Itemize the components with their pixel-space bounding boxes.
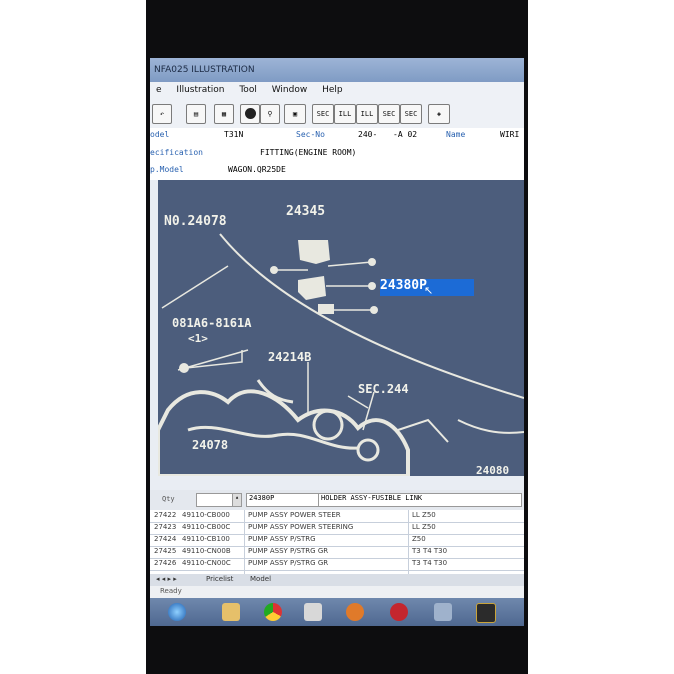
tab-pricelist[interactable]: Pricelist <box>206 575 233 583</box>
part-label-24380p[interactable]: 24380P <box>380 278 427 293</box>
row-id: 27423 <box>154 523 177 531</box>
quantity-bar: Qty ▴ 24380P HOLDER ASSY-FUSIBLE LINK <box>150 490 524 510</box>
column-divider <box>244 510 245 574</box>
undo-icon[interactable]: ↶ <box>152 104 172 124</box>
parts-illustration[interactable]: N0.24078 24345 24380P 081A6-8161A <1> 24… <box>158 180 524 476</box>
row-part-number: 49110-CN00C <box>182 559 231 567</box>
window-titlebar: NFA025 ILLUSTRATION <box>150 58 524 82</box>
book-icon[interactable]: ▣ <box>284 104 306 124</box>
tab-model[interactable]: Model <box>250 575 271 583</box>
sec-button[interactable]: SEC <box>312 104 334 124</box>
name-value: WIRI <box>500 130 520 139</box>
blank-icon[interactable] <box>434 603 452 621</box>
spec-label: ecification <box>150 148 203 157</box>
sec-icon[interactable]: ▦ <box>214 104 234 124</box>
secno-label: Sec-No <box>296 130 325 139</box>
chrome-icon[interactable] <box>264 603 282 621</box>
row-spec: LL Z50 <box>412 523 436 531</box>
app-icon[interactable] <box>304 603 322 621</box>
zoom-icon[interactable]: ⚲ <box>260 104 280 124</box>
menu-help[interactable]: Help <box>322 85 343 95</box>
ill-next-button[interactable]: ILL <box>356 104 378 124</box>
mouse-cursor-icon: ↖ <box>424 284 434 297</box>
row-spec: T3 T4 T30 <box>412 547 448 555</box>
name-label: Name <box>446 130 466 139</box>
row-spec: Z50 <box>412 535 426 543</box>
menu-window[interactable]: Window <box>272 85 308 95</box>
window-title: NFA025 ILLUSTRATION <box>154 65 255 75</box>
bolt-label[interactable]: 081A6-8161A <box>172 316 251 330</box>
row-id: 27425 <box>154 547 177 555</box>
menu-bar: e Illustration Tool Window Help <box>150 82 524 98</box>
column-divider <box>408 510 409 574</box>
table-row[interactable]: 27426 49110-CN00C PUMP ASSY P/STRG GR T3… <box>150 558 524 571</box>
row-part-name: PUMP ASSY POWER STEERING <box>248 523 354 531</box>
qty-part-number: 24380P <box>246 493 320 507</box>
media-icon[interactable] <box>346 603 364 621</box>
qty-part-description: HOLDER ASSY-FUSIBLE LINK <box>318 493 522 507</box>
row-id: 27424 <box>154 535 177 543</box>
record-icon[interactable] <box>240 104 260 124</box>
row-part-number: 49110-CB000 <box>182 511 230 519</box>
secno-value: 240- <box>358 130 378 139</box>
menu-tool[interactable]: Tool <box>239 85 256 95</box>
row-part-number: 49110-CB100 <box>182 535 230 543</box>
illustration-info-panel: odel T31N Sec-No 240- -A 02 Name WIRI ec… <box>150 128 524 180</box>
spec-value: FITTING(ENGINE ROOM) <box>260 148 357 157</box>
fast-icon[interactable] <box>476 603 496 623</box>
part-label-24078[interactable]: 24078 <box>192 438 228 452</box>
row-id: 27426 <box>154 559 177 567</box>
ill-prev-button[interactable]: ILL <box>334 104 356 124</box>
qty-stepper-icon[interactable]: ▴ <box>232 493 242 507</box>
row-part-number: 49110-CN00B <box>182 547 231 555</box>
start-orb-icon[interactable] <box>168 603 186 621</box>
appmodel-value: WAGON.QR25DE <box>228 165 286 174</box>
toolbar: ↶ ▤ ▦ ⚲ ▣ SEC ILL ILL SEC SEC ◈ <box>150 98 524 129</box>
part-label-24080[interactable]: 24080 <box>476 464 509 476</box>
screen: NFA025 ILLUSTRATION e Illustration Tool … <box>150 58 524 626</box>
folder-icon[interactable] <box>222 603 240 621</box>
info-icon[interactable]: ◈ <box>428 104 450 124</box>
status-bar: Ready <box>150 586 524 598</box>
figure-number-label: N0.24078 <box>164 214 227 229</box>
taskbar <box>150 598 524 626</box>
menu-file[interactable]: e <box>156 85 162 95</box>
bolt-qty-label: <1> <box>188 332 208 345</box>
row-part-number: 49110-CB00C <box>182 523 231 531</box>
row-part-name: PUMP ASSY P/STRG <box>248 535 316 543</box>
bottom-tabs: ◂ ◂ ▸ ▸ Pricelist Model <box>150 574 524 586</box>
part-label-24214b[interactable]: 24214B <box>268 350 311 364</box>
sec-search-button[interactable]: SEC <box>400 104 422 124</box>
qty-label: Qty <box>162 495 175 503</box>
row-spec: T3 T4 T30 <box>412 559 448 567</box>
secno-suffix: -A 02 <box>393 130 418 139</box>
model-label: odel <box>150 130 170 139</box>
row-part-name: PUMP ASSY P/STRG GR <box>248 559 329 567</box>
row-part-name: PUMP ASSY POWER STEER <box>248 511 341 519</box>
status-text: Ready <box>160 587 182 595</box>
nissan-icon[interactable] <box>390 603 408 621</box>
parts-table: 27422 49110-CB000 PUMP ASSY POWER STEER … <box>150 510 524 574</box>
appmodel-label: p.Model <box>150 165 184 174</box>
model-value: T31N <box>224 130 244 139</box>
part-label-24345[interactable]: 24345 <box>286 204 325 219</box>
row-spec: LL Z50 <box>412 511 436 519</box>
row-id: 27422 <box>154 511 177 519</box>
print-icon[interactable]: ▤ <box>186 104 206 124</box>
row-part-name: PUMP ASSY P/STRG GR <box>248 547 329 555</box>
sec-next-button[interactable]: SEC <box>378 104 400 124</box>
qty-input[interactable] <box>196 493 234 507</box>
section-ref-label[interactable]: SEC.244 <box>358 382 409 396</box>
tab-nav-arrows-icon[interactable]: ◂ ◂ ▸ ▸ <box>156 575 177 583</box>
menu-illustration[interactable]: Illustration <box>176 85 224 95</box>
